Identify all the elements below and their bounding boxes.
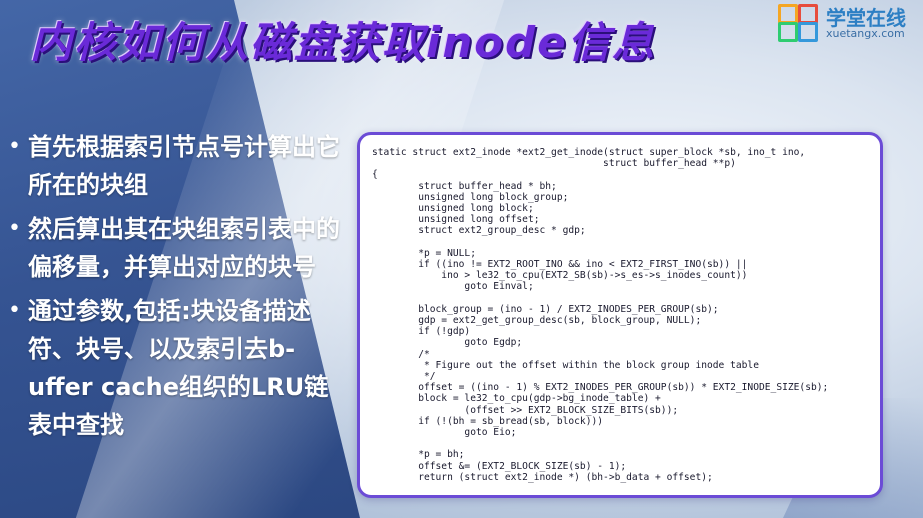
code-line: unsigned long block; — [372, 203, 534, 215]
code-line: goto Eio; — [372, 427, 517, 439]
code-panel: static struct ext2_inode *ext2_get_inode… — [357, 132, 883, 498]
code-line: return (struct ext2_inode *) (bh->b_data… — [372, 471, 713, 483]
code-line: *p = NULL; — [372, 247, 476, 259]
code-line: gdp = ext2_get_group_desc(sb, block_grou… — [372, 315, 702, 327]
code-line: if (!gdp) — [372, 326, 471, 338]
logo-url: xuetangx.com — [826, 27, 905, 40]
code-line: static struct ext2_inode *ext2_get_inode… — [372, 147, 806, 158]
code-line: struct ext2_group_desc * gdp; — [372, 225, 586, 237]
code-line: if ((ino != EXT2_ROOT_INO && ino < EXT2_… — [372, 259, 748, 271]
code-listing: static struct ext2_inode *ext2_get_inode… — [372, 147, 828, 483]
code-line: /* — [372, 348, 430, 360]
code-line: goto Einval; — [372, 281, 534, 293]
code-line: goto Egdp; — [372, 337, 523, 349]
bullet-text: 通过参数,包括:块设备描述符、块号、以及索引去b-uffer cache组织的L… — [28, 297, 329, 439]
code-line: offset = ((ino - 1) % EXT2_INODES_PER_GR… — [372, 382, 829, 394]
code-line: ino > le32_to_cpu(EXT2_SB(sb)->s_es->s_i… — [372, 270, 748, 282]
bullet-text: 然后算出其在块组索引表中的偏移量，并算出对应的块号 — [28, 215, 340, 281]
bullet-dot-icon: • — [8, 298, 21, 323]
code-line: unsigned long offset; — [372, 214, 540, 226]
code-line: offset &= (EXT2_BLOCK_SIZE(sb) - 1); — [372, 460, 627, 472]
bullet-dot-icon: • — [8, 134, 21, 159]
bullet-item: • 通过参数,包括:块设备描述符、块号、以及索引去b-uffer cache组织… — [8, 292, 343, 444]
bullet-text: 首先根据索引节点号计算出它所在的块组 — [28, 133, 340, 199]
bullet-item: • 然后算出其在块组索引表中的偏移量，并算出对应的块号 — [8, 210, 343, 286]
code-line: struct buffer_head **p) — [372, 158, 736, 170]
logo: 学堂在线 xuetangx.com — [776, 0, 923, 44]
code-line: (offset >> EXT2_BLOCK_SIZE_BITS(sb)); — [372, 404, 679, 416]
code-line: struct buffer_head * bh; — [372, 180, 557, 192]
code-line: block_group = (ino - 1) / EXT2_INODES_PE… — [372, 303, 719, 315]
slide-title: 内核如何从磁盘获取inode信息 — [30, 18, 656, 67]
bullet-item: • 首先根据索引节点号计算出它所在的块组 — [8, 128, 343, 204]
logo-mark-icon — [776, 4, 820, 42]
code-line: * Figure out the offset within the block… — [372, 359, 759, 371]
code-line: { — [372, 169, 378, 181]
code-line: */ — [372, 371, 436, 383]
code-line: unsigned long block_group; — [372, 191, 569, 203]
slide: 内核如何从磁盘获取inode信息 学堂在线 xuetangx.com • 首先根… — [0, 0, 923, 518]
code-line: block = le32_to_cpu(gdp->bg_inode_table)… — [372, 393, 661, 405]
bullet-list: • 首先根据索引节点号计算出它所在的块组 • 然后算出其在块组索引表中的偏移量，… — [8, 128, 343, 450]
bullet-dot-icon: • — [8, 216, 21, 241]
code-line: if (!(bh = sb_bread(sb, block))) — [372, 415, 604, 427]
code-line: *p = bh; — [372, 449, 465, 461]
